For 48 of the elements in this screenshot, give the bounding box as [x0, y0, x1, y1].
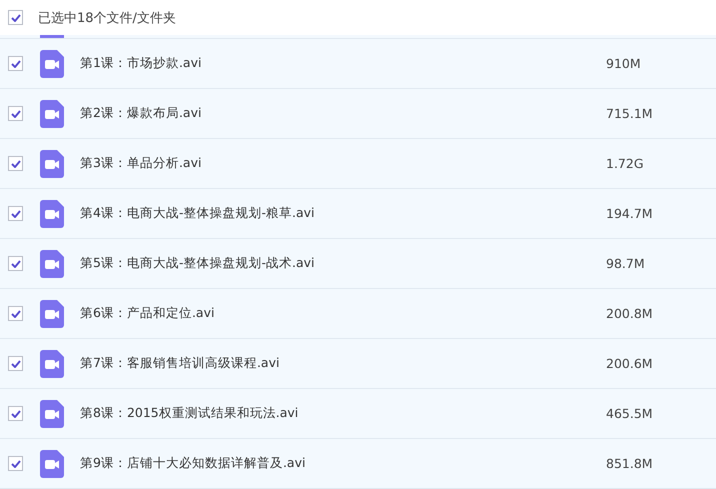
video-file-icon — [40, 200, 64, 228]
video-file-icon — [40, 250, 64, 278]
file-size: 715.1M — [606, 106, 653, 121]
file-name: 第3课：单品分析.avi — [80, 155, 202, 172]
checkbox[interactable] — [8, 356, 23, 371]
checkbox[interactable] — [8, 456, 23, 471]
file-size: 910M — [606, 56, 641, 71]
video-file-icon — [40, 350, 64, 378]
file-name: 第1课：市场抄款.avi — [80, 55, 202, 72]
video-file-icon — [40, 50, 64, 78]
file-name: 第2课：爆款布局.avi — [80, 105, 202, 122]
selection-count: 已选中18个文件/文件夹 — [38, 10, 176, 26]
checkbox[interactable] — [8, 106, 23, 121]
check-icon — [10, 160, 20, 168]
file-size: 851.8M — [606, 456, 653, 471]
file-name: 第8课：2015权重测试结果和玩法.avi — [80, 405, 300, 422]
file-size: 200.6M — [606, 356, 653, 371]
video-file-icon — [40, 100, 64, 128]
check-icon — [10, 360, 20, 368]
checkbox[interactable] — [8, 406, 23, 421]
check-icon — [10, 460, 20, 468]
check-icon — [10, 14, 20, 22]
check-icon — [10, 260, 20, 268]
file-size: 194.7M — [606, 206, 653, 221]
file-name: 第9课：店铺十大必知数据详解普及.avi — [80, 455, 306, 472]
file-size: 200.8M — [606, 306, 653, 321]
file-size: 1.72G — [606, 156, 644, 171]
file-size: 98.7M — [606, 256, 645, 271]
check-icon — [10, 60, 20, 68]
checkbox[interactable] — [8, 256, 23, 271]
file-name: 第5课：电商大战-整体操盘规划-战术.avi — [80, 255, 316, 272]
checkbox[interactable] — [8, 56, 23, 71]
file-name: 第4课：电商大战-整体操盘规划-粮草.avi — [80, 205, 316, 222]
video-file-icon — [40, 150, 64, 178]
video-file-icon — [40, 300, 64, 328]
file-name: 第6课：产品和定位.avi — [80, 305, 216, 322]
video-file-icon — [40, 400, 64, 428]
check-icon — [10, 410, 20, 418]
checkbox[interactable] — [8, 10, 23, 25]
check-icon — [10, 210, 20, 218]
checkbox[interactable] — [8, 206, 23, 221]
file-size: 465.5M — [606, 406, 653, 421]
file-name: 第7课：客服销售培训高级课程.avi — [80, 355, 280, 372]
checkbox[interactable] — [8, 156, 23, 171]
video-file-icon — [40, 450, 64, 478]
check-icon — [10, 310, 20, 318]
check-icon — [10, 110, 20, 118]
checkbox[interactable] — [8, 306, 23, 321]
